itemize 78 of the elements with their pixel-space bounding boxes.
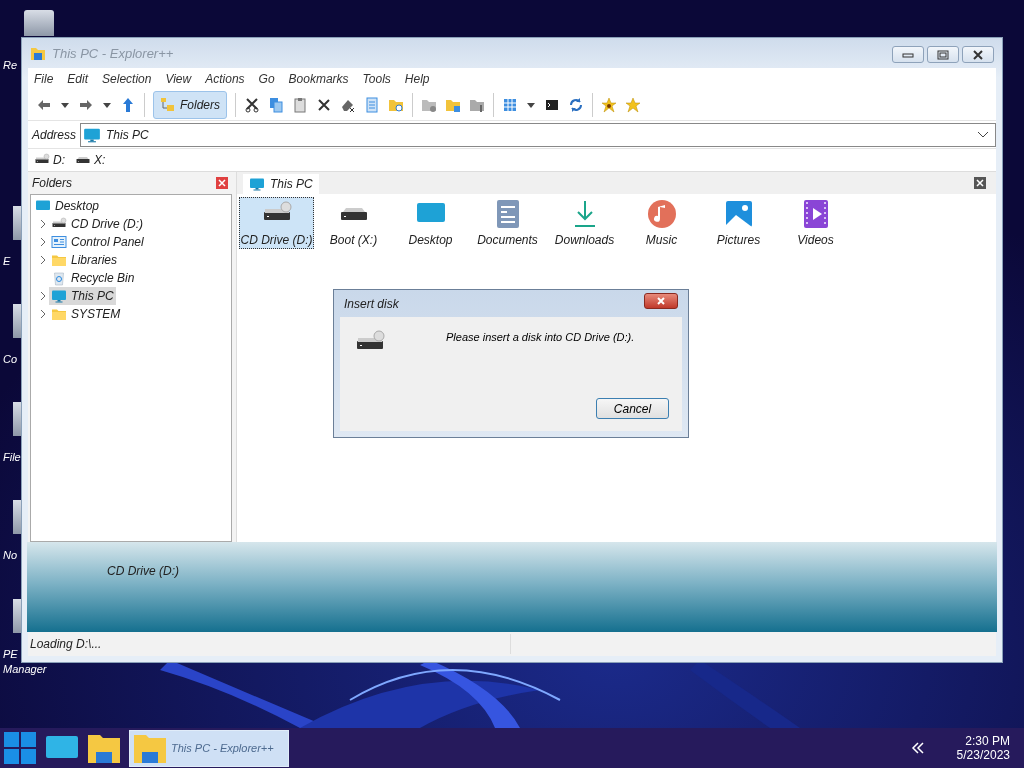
copy-icon[interactable] — [268, 97, 284, 113]
close-icon[interactable] — [216, 177, 228, 189]
monitor-icon — [249, 176, 265, 192]
menu-item[interactable]: Help — [404, 72, 430, 86]
star-icon[interactable] — [601, 97, 617, 113]
clipboard-icon[interactable] — [292, 97, 308, 113]
desktop-icon-label[interactable]: E — [3, 254, 11, 269]
monitor-icon — [51, 288, 67, 304]
cancel-button[interactable]: Cancel — [596, 398, 669, 419]
dialog-title: Insert disk — [344, 296, 399, 311]
star-icon[interactable] — [625, 97, 641, 113]
close-button[interactable] — [962, 46, 994, 63]
drive-item[interactable]: Pictures — [701, 197, 776, 249]
drive-item[interactable]: Downloads — [547, 197, 622, 249]
taskbar-window-button[interactable]: This PC - Explorer++ — [129, 729, 289, 767]
tree-item[interactable]: CD Drive (D:) — [49, 215, 145, 233]
desktop-icon-label[interactable]: Co — [3, 352, 18, 367]
folder-search-icon[interactable] — [388, 97, 404, 113]
menu-item[interactable]: Tools — [362, 72, 391, 86]
close-tab-icon[interactable] — [974, 177, 986, 189]
preview-title: CD Drive (D:) — [107, 564, 179, 578]
clock-time[interactable]: 2:30 PM — [965, 734, 1010, 748]
forward-arrow-icon[interactable] — [78, 97, 94, 113]
close-button[interactable] — [644, 292, 678, 309]
menu-item[interactable]: Selection — [102, 72, 152, 86]
tree-item[interactable]: Desktop — [33, 197, 102, 215]
grid-icon[interactable] — [502, 97, 518, 113]
folder-tree-icon — [160, 97, 176, 113]
drive-item[interactable]: Music — [624, 197, 699, 249]
window-title: This PC - Explorer++ — [52, 45, 174, 61]
folder-icon — [30, 45, 46, 61]
tab[interactable]: This PC — [243, 174, 319, 194]
tree-item[interactable]: Recycle Bin — [49, 269, 137, 287]
drive-item[interactable]: Boot (X:) — [316, 197, 391, 249]
minimize-button[interactable] — [892, 46, 924, 63]
drive-item[interactable]: Videos — [778, 197, 853, 249]
tree-item[interactable]: This PC — [49, 287, 116, 305]
eraser-icon[interactable] — [340, 97, 356, 113]
menu-item[interactable]: File — [34, 72, 54, 86]
pane-title: Folders — [32, 176, 72, 190]
drive-item[interactable]: CD Drive (D:) — [239, 197, 314, 249]
restore-icon — [937, 49, 949, 60]
tree-item[interactable]: SYSTEM — [49, 305, 123, 323]
control-panel-icon — [51, 234, 67, 250]
drive-button[interactable]: D: — [34, 152, 65, 168]
address-field[interactable]: This PC — [80, 122, 996, 147]
windows-logo-icon[interactable] — [3, 731, 37, 765]
menu-item[interactable]: Edit — [67, 72, 89, 86]
delete-icon[interactable] — [316, 97, 332, 113]
terminal-icon[interactable] — [544, 97, 560, 113]
desktop-icon-label[interactable]: File — [3, 450, 21, 465]
menu-item[interactable]: Actions — [205, 72, 245, 86]
drive-item[interactable]: Documents — [470, 197, 545, 249]
dialog-message: Please insert a disk into CD Drive (D:). — [446, 331, 635, 343]
menu-item[interactable]: Bookmarks — [288, 72, 349, 86]
folders-button[interactable]: Folders — [153, 91, 227, 119]
up-arrow-icon[interactable] — [120, 97, 136, 113]
clock-date[interactable]: 5/23/2023 — [956, 748, 1010, 762]
close-icon — [972, 49, 984, 60]
refresh-icon[interactable] — [568, 97, 584, 113]
address-label: Address — [32, 127, 77, 142]
drive-button[interactable]: X: — [75, 152, 106, 168]
desktop-icon-label[interactable]: Re — [3, 58, 18, 73]
tree-item[interactable]: Control Panel — [49, 233, 146, 251]
close-icon — [656, 296, 666, 305]
desktop-icon-label[interactable]: No — [3, 548, 18, 563]
folder-icon — [133, 732, 167, 764]
music-note-icon — [645, 198, 678, 230]
menu-item[interactable]: Go — [258, 72, 275, 86]
folder-icon[interactable] — [469, 97, 485, 113]
drive-item[interactable]: Desktop — [393, 197, 468, 249]
folder-icon[interactable] — [87, 732, 121, 764]
chevrons-left-icon[interactable] — [910, 742, 925, 754]
new-folder-icon[interactable] — [421, 97, 437, 113]
chevron-down-icon[interactable] — [977, 130, 989, 139]
scissors-icon[interactable] — [244, 97, 260, 113]
menu-item[interactable]: View — [165, 72, 192, 86]
tree-item[interactable]: Libraries — [49, 251, 120, 269]
